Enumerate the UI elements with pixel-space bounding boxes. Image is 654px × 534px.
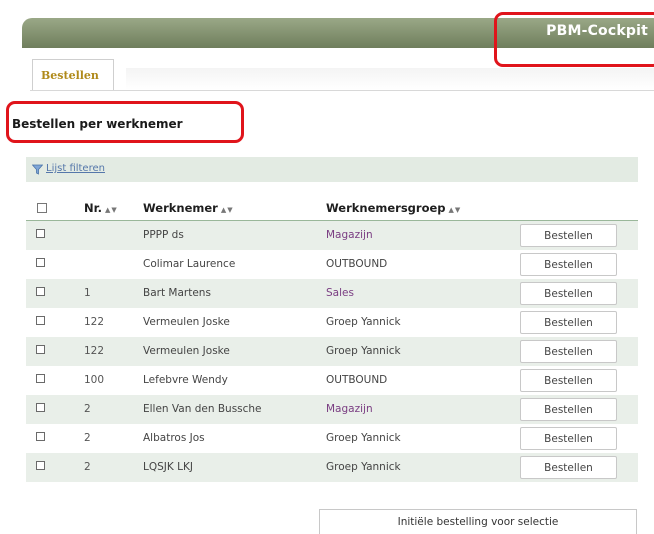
cell-employee: Vermeulen Joske [143,345,230,357]
cell-employee-group: Magazijn [326,229,373,241]
table-row: PPPP ds Magazijn Bestellen [26,221,638,250]
cell-employee-group: OUTBOUND [326,374,388,386]
cell-nr: 122 [84,345,105,357]
cell-nr: 2 [84,461,91,473]
order-button[interactable]: Bestellen [520,311,617,334]
table-row: 122 Vermeulen Joske Groep Yannick Bestel… [26,308,638,337]
tab-bestellen[interactable]: Bestellen [32,59,114,90]
cell-nr: 1 [84,287,91,299]
column-header-werknemer[interactable]: Werknemer ▲▼ [143,201,234,215]
table-row: 1 Bart Martens Sales Bestellen [26,279,638,308]
row-checkbox[interactable] [36,287,45,296]
cell-employee-group: OUTBOUND [326,258,388,270]
row-checkbox[interactable] [36,316,45,325]
order-button[interactable]: Bestellen [520,427,617,450]
cell-nr: 2 [84,432,91,444]
table-header-row: Nr. ▲▼ Werknemer ▲▼ Werknemersgroep ▲▼ [26,196,638,221]
sort-arrows-icon[interactable]: ▲▼ [105,206,118,214]
order-button[interactable]: Bestellen [520,282,617,305]
order-button[interactable]: Bestellen [520,253,617,276]
cell-nr: 100 [84,374,105,386]
row-checkbox[interactable] [36,432,45,441]
order-button[interactable]: Bestellen [520,224,617,247]
sort-arrows-icon[interactable]: ▲▼ [221,206,234,214]
row-checkbox[interactable] [36,229,45,238]
highlight-box-page-title [6,101,244,143]
table-row: 122 Vermeulen Joske Groep Yannick Bestel… [26,337,638,366]
tab-strip: Bestellen [30,48,654,91]
column-header-werknemersgroep[interactable]: Werknemersgroep ▲▼ [326,201,461,215]
cell-employee-group: Groep Yannick [326,461,401,473]
funnel-icon[interactable] [32,164,43,175]
cell-employee-group: Magazijn [326,403,373,415]
row-checkbox[interactable] [36,403,45,412]
column-header-nr[interactable]: Nr. ▲▼ [84,201,118,215]
employee-table: Nr. ▲▼ Werknemer ▲▼ Werknemersgroep ▲▼ PPPP… [26,196,638,482]
order-button[interactable]: Bestellen [520,398,617,421]
table-row: Colimar Laurence OUTBOUND Bestellen [26,250,638,279]
table-row: 2 Ellen Van den Bussche Magazijn Bestell… [26,395,638,424]
tab-label: Bestellen [41,69,99,82]
cell-employee-group: Groep Yannick [326,432,401,444]
cell-employee: Bart Martens [143,287,211,299]
cell-employee: LQSJK LKJ [143,461,193,473]
row-checkbox[interactable] [36,374,45,383]
filter-list-link[interactable]: Lijst filteren [46,163,105,174]
order-button[interactable]: Bestellen [520,340,617,363]
cell-employee-group: Groep Yannick [326,316,401,328]
table-row: 2 Albatros Jos Groep Yannick Bestellen [26,424,638,453]
table-row: 100 Lefebvre Wendy OUTBOUND Bestellen [26,366,638,395]
table-row: 2 LQSJK LKJ Groep Yannick Bestellen [26,453,638,482]
row-checkbox[interactable] [36,258,45,267]
cell-employee: Albatros Jos [143,432,205,444]
order-button[interactable]: Bestellen [520,369,617,392]
sort-arrows-icon[interactable]: ▲▼ [449,206,462,214]
select-all-checkbox[interactable] [37,203,47,213]
cell-employee: Colimar Laurence [143,258,236,270]
filter-bar: Lijst filteren [26,157,638,182]
initial-order-for-selection-button[interactable]: Initiële bestelling voor selectie [319,509,637,534]
cell-employee-group: Groep Yannick [326,345,401,357]
cell-nr: 2 [84,403,91,415]
cell-employee: PPPP ds [143,229,184,241]
cell-nr: 122 [84,316,105,328]
tab-strip-background [126,68,654,90]
cell-employee: Vermeulen Joske [143,316,230,328]
row-checkbox[interactable] [36,461,45,470]
order-button[interactable]: Bestellen [520,456,617,479]
cell-employee-group: Sales [326,287,354,299]
cell-employee: Ellen Van den Bussche [143,403,262,415]
row-checkbox[interactable] [36,345,45,354]
cell-employee: Lefebvre Wendy [143,374,228,386]
